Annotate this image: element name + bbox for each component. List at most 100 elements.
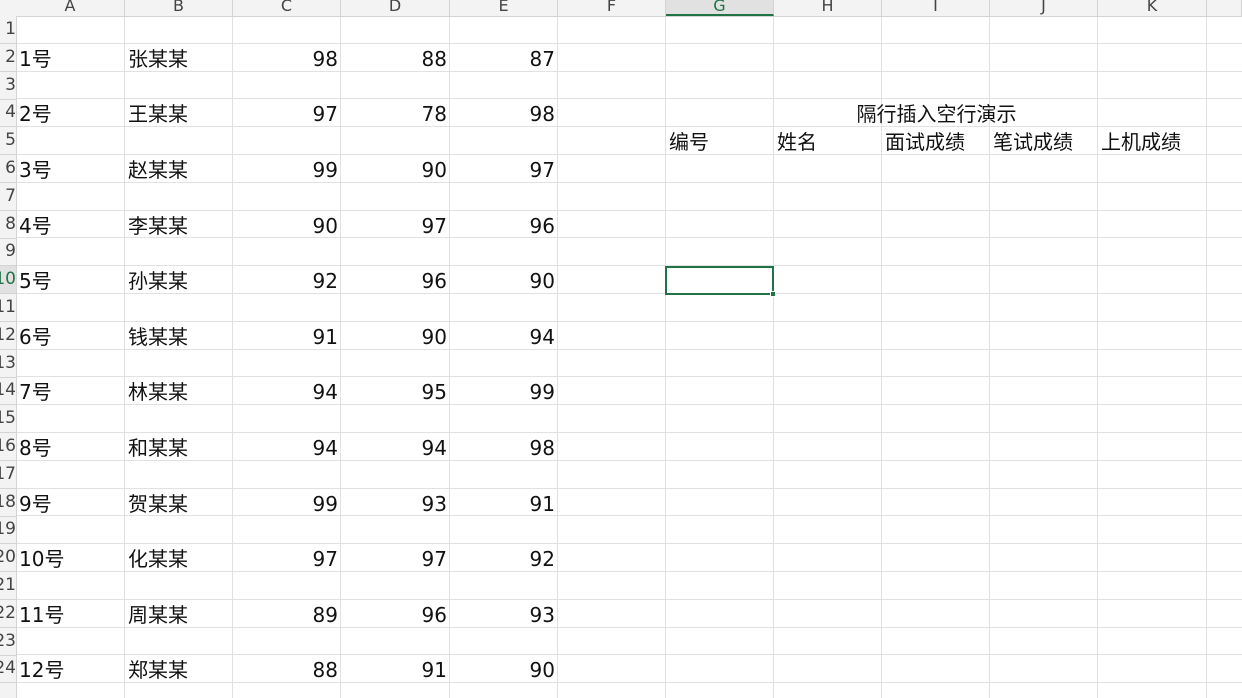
row-header-21[interactable]: 21 — [0, 572, 16, 600]
cell-c14[interactable]: 94 — [233, 377, 341, 405]
row-header-1[interactable]: 1 — [0, 16, 16, 44]
column-header-k[interactable]: K — [1098, 0, 1207, 16]
cell-b12[interactable]: 钱某某 — [125, 322, 233, 350]
column-header-d[interactable]: D — [341, 0, 450, 16]
demo-header-3[interactable]: 面试成绩 — [882, 127, 990, 155]
cell-b22[interactable]: 周某某 — [125, 600, 233, 628]
cell-d10[interactable]: 96 — [341, 266, 450, 294]
cell-c24[interactable]: 88 — [233, 655, 341, 683]
demo-header-4[interactable]: 笔试成绩 — [990, 127, 1098, 155]
cell-b20[interactable]: 化某某 — [125, 544, 233, 572]
cell-e4[interactable]: 98 — [450, 99, 558, 127]
demo-header-5[interactable]: 上机成绩 — [1098, 127, 1207, 155]
cell-b2[interactable]: 张某某 — [125, 44, 233, 72]
column-header-i[interactable]: I — [882, 0, 990, 16]
cell-b8[interactable]: 李某某 — [125, 211, 233, 239]
cell-e2[interactable]: 87 — [450, 44, 558, 72]
cell-c6[interactable]: 99 — [233, 155, 341, 183]
column-header-c[interactable]: C — [233, 0, 341, 16]
row-header-19[interactable]: 19 — [0, 516, 16, 545]
cell-b6[interactable]: 赵某某 — [125, 155, 233, 183]
cell-c8[interactable]: 90 — [233, 211, 341, 239]
cell-c12[interactable]: 91 — [233, 322, 341, 350]
cell-b14[interactable]: 林某某 — [125, 377, 233, 405]
cell-a6[interactable]: 3号 — [16, 155, 125, 183]
column-header-b[interactable]: B — [125, 0, 233, 16]
cell-d6[interactable]: 90 — [341, 155, 450, 183]
cell-b18[interactable]: 贺某某 — [125, 489, 233, 517]
cell-d20[interactable]: 97 — [341, 544, 450, 572]
cell-a18[interactable]: 9号 — [16, 489, 125, 517]
demo-title[interactable]: 隔行插入空行演示 — [666, 99, 1207, 127]
row-header-3[interactable]: 3 — [0, 72, 16, 100]
row-header-4[interactable]: 4 — [0, 99, 16, 128]
cell-c22[interactable]: 89 — [233, 600, 341, 628]
cell-d2[interactable]: 88 — [341, 44, 450, 72]
cell-a10[interactable]: 5号 — [16, 266, 125, 294]
cell-b24[interactable]: 郑某某 — [125, 655, 233, 683]
row-header-12[interactable]: 12 — [0, 322, 16, 350]
cell-e18[interactable]: 91 — [450, 489, 558, 517]
demo-header-2[interactable]: 姓名 — [774, 127, 882, 155]
cell-c20[interactable]: 97 — [233, 544, 341, 572]
cell-e6[interactable]: 97 — [450, 155, 558, 183]
column-header-h[interactable]: H — [774, 0, 882, 16]
cell-b10[interactable]: 孙某某 — [125, 266, 233, 294]
row-header-23[interactable]: 23 — [0, 628, 16, 656]
cell-e22[interactable]: 93 — [450, 600, 558, 628]
row-header-18[interactable]: 18 — [0, 489, 16, 517]
column-header-a[interactable]: A — [16, 0, 125, 16]
row-header-9[interactable]: 9 — [0, 238, 16, 267]
cell-d16[interactable]: 94 — [341, 433, 450, 461]
cell-a4[interactable]: 2号 — [16, 99, 125, 127]
column-header-j[interactable]: J — [990, 0, 1098, 16]
cell-a2[interactable]: 1号 — [16, 44, 125, 72]
cell-a20[interactable]: 10号 — [16, 544, 125, 572]
cell-d8[interactable]: 97 — [341, 211, 450, 239]
row-header-14[interactable]: 14 — [0, 377, 16, 406]
column-header-bar[interactable]: ABCDEFGHIJK — [0, 0, 1242, 17]
row-header-17[interactable]: 17 — [0, 461, 16, 489]
cell-e24[interactable]: 90 — [450, 655, 558, 683]
cell-e8[interactable]: 96 — [450, 211, 558, 239]
cell-d14[interactable]: 95 — [341, 377, 450, 405]
cell-d18[interactable]: 93 — [341, 489, 450, 517]
cell-c10[interactable]: 92 — [233, 266, 341, 294]
cell-e14[interactable]: 99 — [450, 377, 558, 405]
cell-a22[interactable]: 11号 — [16, 600, 125, 628]
row-header-10[interactable]: 10 — [0, 266, 16, 295]
row-header-5[interactable]: 5 — [0, 127, 16, 156]
row-header-7[interactable]: 7 — [0, 183, 16, 211]
cell-d4[interactable]: 78 — [341, 99, 450, 127]
cell-e12[interactable]: 94 — [450, 322, 558, 350]
cell-c16[interactable]: 94 — [233, 433, 341, 461]
column-header-f[interactable]: F — [558, 0, 666, 16]
spreadsheet[interactable]: 1号 张某某 98 88 87 2号 王某某 97 78 98 3号 赵某某 99 90 97 4号 李某某 90… — [0, 0, 1242, 698]
row-header-11[interactable]: 11 — [0, 294, 16, 322]
row-header-16[interactable]: 16 — [0, 433, 16, 461]
cell-e16[interactable]: 98 — [450, 433, 558, 461]
cell-a8[interactable]: 4号 — [16, 211, 125, 239]
cell-e20[interactable]: 92 — [450, 544, 558, 572]
cell-d12[interactable]: 90 — [341, 322, 450, 350]
row-header-6[interactable]: 6 — [0, 155, 16, 183]
cell-c4[interactable]: 97 — [233, 99, 341, 127]
row-header-8[interactable]: 8 — [0, 211, 16, 239]
row-header-2[interactable]: 2 — [0, 44, 16, 72]
row-header-24[interactable]: 24 — [0, 655, 16, 684]
cell-b16[interactable]: 和某某 — [125, 433, 233, 461]
cell-b4[interactable]: 王某某 — [125, 99, 233, 127]
cell-area[interactable]: 1号 张某某 98 88 87 2号 王某某 97 78 98 3号 赵某某 99 90 97 4号 李某某 90… — [0, 0, 1242, 698]
row-header-22[interactable]: 22 — [0, 600, 16, 628]
fill-handle[interactable] — [770, 291, 776, 297]
cell-a12[interactable]: 6号 — [16, 322, 125, 350]
cell-a16[interactable]: 8号 — [16, 433, 125, 461]
row-header-15[interactable]: 15 — [0, 405, 16, 434]
cell-d24[interactable]: 91 — [341, 655, 450, 683]
active-cell-g10[interactable] — [665, 266, 774, 295]
cell-c18[interactable]: 99 — [233, 489, 341, 517]
row-header-13[interactable]: 13 — [0, 350, 16, 378]
cell-a14[interactable]: 7号 — [16, 377, 125, 405]
cell-e10[interactable]: 90 — [450, 266, 558, 294]
column-header-g[interactable]: G — [666, 0, 774, 16]
